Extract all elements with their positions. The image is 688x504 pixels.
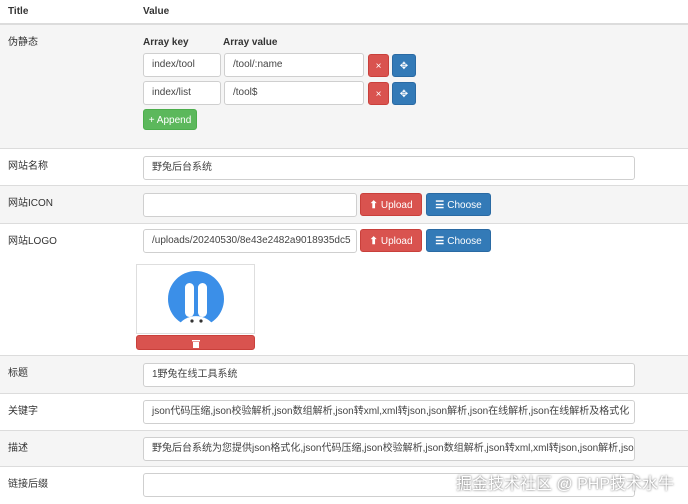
upload-icon: ⬆ xyxy=(369,236,378,247)
site-logo-label: 网站LOGO xyxy=(8,236,57,247)
site-logo-input[interactable]: /uploads/20240530/8e43e2482a9018935dc5 xyxy=(143,229,357,253)
choose-label: Choose xyxy=(447,236,482,247)
title-column-header: Title xyxy=(8,6,29,17)
close-icon: × xyxy=(375,61,382,72)
array-key-input[interactable]: index/list xyxy=(143,81,221,105)
choose-label: Choose xyxy=(447,200,482,211)
drag-row-button[interactable]: ✥ xyxy=(392,54,416,77)
site-name-input[interactable]: 野兔后台系统 xyxy=(143,156,635,180)
move-icon: ✥ xyxy=(399,61,409,72)
array-value-header: Array value xyxy=(223,37,278,48)
upload-label: Upload xyxy=(380,200,413,211)
keywords-label: 关键字 xyxy=(8,406,38,417)
delete-logo-button[interactable] xyxy=(136,335,255,350)
site-logo-row: 网站LOGO /uploads/20240530/8e43e2482a90189… xyxy=(0,223,688,355)
close-icon: × xyxy=(375,89,382,100)
list-icon: ☰ xyxy=(435,236,445,247)
pseudo-static-row: 伪静态 Array key Array value index/tool /to… xyxy=(0,24,688,148)
site-icon-row: 网站ICON ⬆ Upload ☰ Choose xyxy=(0,185,688,223)
upload-icon: ⬆ xyxy=(369,200,378,211)
array-key-header: Array key xyxy=(143,37,189,48)
upload-button[interactable]: ⬆ Upload xyxy=(360,193,422,216)
array-value-input[interactable]: /tool$ xyxy=(224,81,364,105)
watermark: 掘金技术社区 @ PHP技术水牛 xyxy=(455,476,674,493)
pseudo-static-label: 伪静态 xyxy=(8,37,38,48)
link-suffix-label: 链接后缀 xyxy=(8,479,48,490)
upload-button[interactable]: ⬆ Upload xyxy=(360,229,422,252)
keywords-input[interactable]: json代码压缩,json校验解析,json数组解析,json转xml,xml转… xyxy=(143,400,635,424)
array-value-input[interactable]: /tool/:name xyxy=(224,53,364,77)
list-icon: ☰ xyxy=(435,200,445,211)
choose-button[interactable]: ☰ Choose xyxy=(426,193,491,216)
site-name-row: 网站名称 野兔后台系统 xyxy=(0,148,688,185)
table-header: Title Value xyxy=(0,0,688,24)
remove-row-button[interactable]: × xyxy=(368,54,389,77)
site-icon-label: 网站ICON xyxy=(8,198,53,209)
keywords-row: 关键字 json代码压缩,json校验解析,json数组解析,json转xml,… xyxy=(0,393,688,430)
description-input[interactable]: 野兔后台系统为您提供json格式化,json代码压缩,json校验解析,json… xyxy=(143,437,635,461)
upload-label: Upload xyxy=(380,236,413,247)
title-input[interactable]: 1野兔在线工具系统 xyxy=(143,363,635,387)
title-row: 标题 1野兔在线工具系统 xyxy=(0,355,688,393)
choose-button[interactable]: ☰ Choose xyxy=(426,229,491,252)
description-row: 描述 野兔后台系统为您提供json格式化,json代码压缩,json校验解析,j… xyxy=(0,430,688,466)
logo-preview xyxy=(136,264,255,334)
append-button[interactable]: + Append xyxy=(143,109,197,130)
remove-row-button[interactable]: × xyxy=(368,82,389,105)
description-label: 描述 xyxy=(8,443,28,454)
title-label: 标题 xyxy=(8,368,28,379)
trash-icon xyxy=(191,339,200,348)
site-name-label: 网站名称 xyxy=(8,161,48,172)
array-key-input[interactable]: index/tool xyxy=(143,53,221,77)
drag-row-button[interactable]: ✥ xyxy=(392,82,416,105)
site-icon-input[interactable] xyxy=(143,193,357,217)
move-icon: ✥ xyxy=(399,89,409,100)
value-column-header: Value xyxy=(143,6,170,17)
rabbit-logo-icon xyxy=(168,271,224,327)
